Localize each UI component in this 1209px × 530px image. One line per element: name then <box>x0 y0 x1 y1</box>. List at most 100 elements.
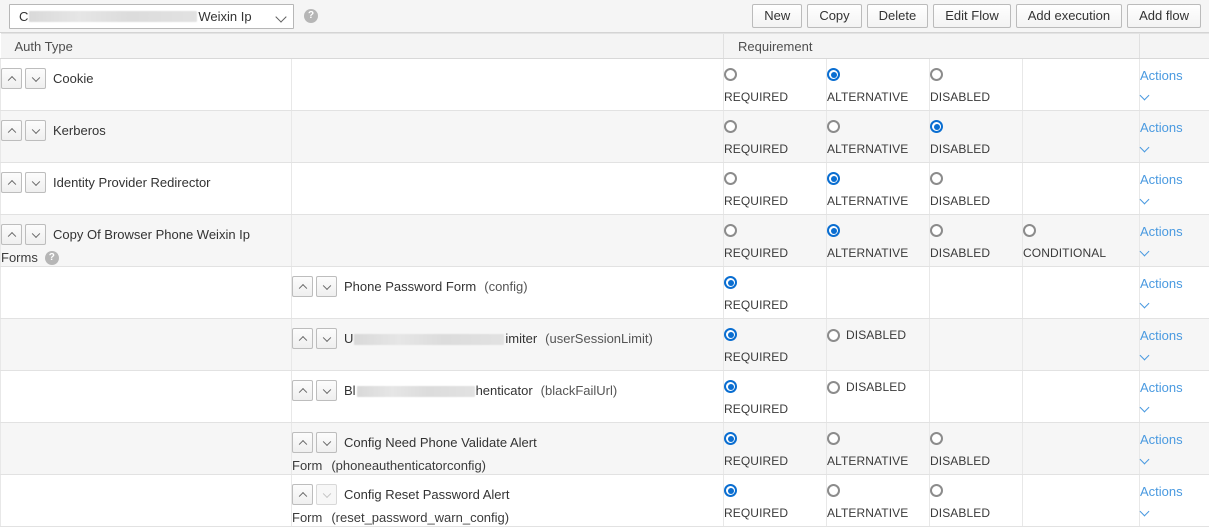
radio-disabled[interactable] <box>930 120 943 133</box>
requirement-option: DISABLED <box>930 484 1022 520</box>
radio-disabled[interactable] <box>827 328 840 342</box>
radio-required[interactable] <box>724 172 737 185</box>
radio-alternative[interactable] <box>827 224 840 237</box>
radio-required[interactable] <box>724 484 737 497</box>
chevron-down-icon[interactable] <box>1140 404 1152 412</box>
radio-required[interactable] <box>724 120 737 133</box>
requirement-cell-disabled: DISABLED <box>929 474 1023 527</box>
new-button[interactable]: New <box>752 4 803 28</box>
radio-disabled[interactable] <box>930 224 943 237</box>
actions-link[interactable]: Actions <box>1140 380 1209 395</box>
move-down-button[interactable] <box>25 68 46 89</box>
radio-label-required: REQUIRED <box>724 194 789 208</box>
move-down-button[interactable] <box>316 432 337 453</box>
requirement-option: DISABLED <box>827 380 929 394</box>
row-subline-alias: (phoneauthenticatorconfig) <box>331 458 487 473</box>
radio-required[interactable] <box>724 432 737 445</box>
move-up-button[interactable] <box>292 484 313 505</box>
requirement-option: DISABLED <box>930 432 1022 468</box>
auth-type-sub-cell: Config Need Phone Validate Alert Form (pho… <box>291 422 724 475</box>
radio-required[interactable] <box>724 276 737 289</box>
auth-type-cell: Cookie <box>0 58 292 111</box>
move-up-button[interactable] <box>292 276 313 297</box>
actions-link[interactable]: Actions <box>1140 276 1209 291</box>
radio-required[interactable] <box>724 328 737 341</box>
row-name-label: Phone Password Form (config) <box>344 279 528 294</box>
actions-link[interactable]: Actions <box>1140 172 1209 187</box>
chevron-down-icon[interactable] <box>1140 92 1152 100</box>
chevron-down-icon[interactable] <box>1140 300 1152 308</box>
auth-type-sub-cell: Uimiter (userSessionLimit) <box>291 318 724 371</box>
move-down-button[interactable] <box>316 276 337 297</box>
radio-conditional[interactable] <box>1023 224 1036 237</box>
chevron-down-icon[interactable] <box>1140 352 1152 360</box>
radio-label-disabled: DISABLED <box>930 454 991 468</box>
edit-flow-button[interactable]: Edit Flow <box>933 4 1011 28</box>
chevron-down-icon <box>276 11 287 22</box>
radio-required[interactable] <box>724 224 737 237</box>
radio-alternative[interactable] <box>827 484 840 497</box>
radio-required[interactable] <box>724 68 737 81</box>
auth-type-cell: Kerberos <box>0 110 292 163</box>
move-up-button[interactable] <box>292 432 313 453</box>
add-flow-button[interactable]: Add flow <box>1127 4 1201 28</box>
requirement-cell-empty <box>929 370 1023 423</box>
chevron-down-icon[interactable] <box>1140 248 1152 256</box>
requirement-cell-alternative: ALTERNATIVE <box>826 214 930 267</box>
auth-type-sub-cell: Bl henticator (blackFailUrl) <box>291 370 724 423</box>
row-name-prefix: U <box>344 331 354 346</box>
radio-alternative[interactable] <box>827 120 840 133</box>
help-icon[interactable]: ? <box>304 9 318 23</box>
radio-disabled[interactable] <box>930 432 943 445</box>
radio-alternative[interactable] <box>827 68 840 81</box>
requirement-option: DISABLED <box>930 172 1022 208</box>
move-up-button[interactable] <box>292 328 313 349</box>
chevron-down-icon[interactable] <box>1140 144 1152 152</box>
move-down-button[interactable] <box>25 224 46 245</box>
move-down-button[interactable] <box>316 328 337 349</box>
requirement-option: DISABLED <box>930 120 1022 156</box>
chevron-down-icon[interactable] <box>1140 196 1152 204</box>
radio-disabled[interactable] <box>930 68 943 81</box>
move-down-button[interactable] <box>25 120 46 141</box>
auth-type-cell: Identity Provider Redirector <box>0 162 292 215</box>
radio-disabled[interactable] <box>930 484 943 497</box>
actions-link[interactable]: Actions <box>1140 68 1209 83</box>
move-up-button[interactable] <box>1 68 22 89</box>
actions-link[interactable]: Actions <box>1140 484 1209 499</box>
table-head: Auth Type Requirement <box>0 33 1209 59</box>
radio-alternative[interactable] <box>827 432 840 445</box>
move-down-button[interactable] <box>316 380 337 401</box>
move-up-button[interactable] <box>1 120 22 141</box>
actions-link[interactable]: Actions <box>1140 120 1209 135</box>
redacted-row-name <box>356 386 475 398</box>
move-down-button[interactable] <box>25 172 46 193</box>
row-name-label: Bl henticator (blackFailUrl) <box>344 380 617 401</box>
chevron-down-icon[interactable] <box>1140 456 1152 464</box>
requirement-cell-empty <box>1022 474 1140 527</box>
actions-link[interactable]: Actions <box>1140 432 1209 447</box>
radio-disabled[interactable] <box>827 380 840 394</box>
actions-link[interactable]: Actions <box>1140 224 1209 239</box>
delete-button[interactable]: Delete <box>866 4 929 28</box>
table-row: Config Need Phone Validate Alert Form (pho… <box>0 422 1209 475</box>
radio-required[interactable] <box>724 380 737 393</box>
move-up-button[interactable] <box>292 380 313 401</box>
requirement-cell-required: REQUIRED <box>723 110 827 163</box>
flow-select-dropdown[interactable]: C Weixin Ip <box>9 3 294 29</box>
add-execution-button[interactable]: Add execution <box>1015 4 1123 28</box>
row-subline-alias: (reset_password_warn_config) <box>331 510 510 525</box>
radio-disabled[interactable] <box>930 172 943 185</box>
actions-link[interactable]: Actions <box>1140 328 1209 343</box>
row-subline: Forms? <box>1 250 291 266</box>
radio-alternative[interactable] <box>827 172 840 185</box>
move-up-button[interactable] <box>1 224 22 245</box>
table-row: Copy Of Browser Phone Weixin Ip Forms? REQ… <box>0 214 1209 267</box>
help-icon[interactable]: ? <box>44 251 59 265</box>
requirement-option: REQUIRED <box>724 68 826 104</box>
move-up-button[interactable] <box>1 172 22 193</box>
requirement-cell-required: REQUIRED <box>723 474 827 527</box>
chevron-down-icon[interactable] <box>1140 508 1152 516</box>
flow-select-value-prefix: C <box>19 8 29 24</box>
copy-button[interactable]: Copy <box>807 4 862 28</box>
